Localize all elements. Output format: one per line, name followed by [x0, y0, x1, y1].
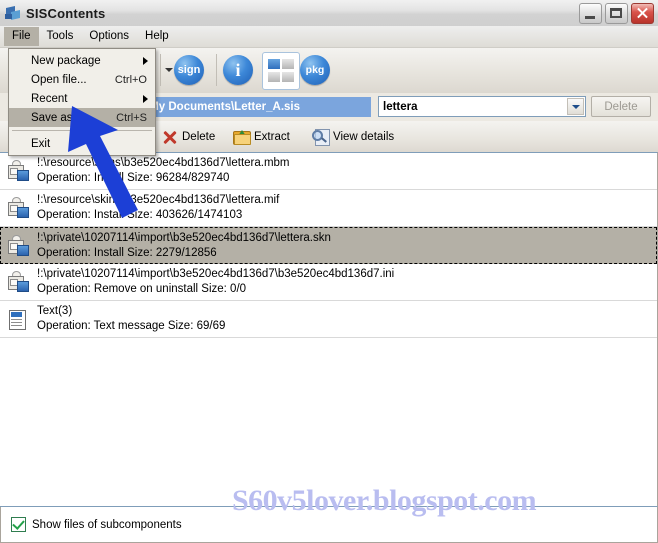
extract-action-label: Extract: [254, 130, 290, 143]
delete-icon: [162, 129, 178, 145]
menu-item-label: New package: [31, 54, 101, 67]
row-path: !:\resource\skins\b3e520ec4bd136d7\lette…: [37, 157, 290, 169]
language-combo[interactable]: lettera: [378, 96, 586, 117]
row-operation: Operation: Text message Size: 69/69: [37, 320, 226, 332]
text-message-icon: [7, 307, 29, 331]
window-title: SISContents: [26, 5, 106, 21]
components-button[interactable]: [262, 52, 300, 90]
delete-action-button[interactable]: Delete: [162, 126, 215, 147]
combo-dropdown-icon[interactable]: [567, 98, 584, 115]
menu-bar: File Tools Options Help: [0, 26, 658, 48]
menu-item-label: Exit: [31, 137, 51, 150]
minimize-icon: [585, 16, 595, 19]
extract-action-button[interactable]: Extract: [233, 126, 290, 147]
close-button[interactable]: [631, 3, 654, 24]
show-subcomponents-label[interactable]: Show files of subcomponents: [32, 519, 182, 531]
row-operation: Operation: Install Size: 403626/1474103: [37, 209, 243, 221]
app-icon: [5, 5, 21, 21]
maximize-button[interactable]: [605, 3, 628, 24]
menu-help[interactable]: Help: [137, 27, 177, 46]
row-operation: Operation: Remove on uninstall Size: 0/0: [37, 283, 247, 295]
install-file-icon: [7, 196, 29, 220]
menu-item-label: Open file...: [31, 73, 87, 86]
toolbar-separator-2: [216, 54, 217, 86]
table-row[interactable]: !:\private\10207114\import\b3e520ec4bd13…: [0, 264, 657, 301]
install-file-icon: [7, 270, 29, 294]
toolbar-separator: [160, 54, 161, 86]
menu-item-label: Recent: [31, 92, 68, 105]
delete-action-label: Delete: [182, 130, 216, 143]
file-menu-dropdown: New package Open file... Ctrl+O Recent S…: [8, 48, 156, 156]
extract-folder-icon: [233, 129, 251, 145]
info-button[interactable]: i: [223, 55, 253, 85]
row-path: !:\private\10207114\import\b3e520ec4bd13…: [37, 268, 395, 280]
delete-combo-button[interactable]: Delete: [591, 96, 651, 117]
menu-item-recent[interactable]: Recent: [9, 89, 155, 108]
menu-item-shortcut: Ctrl+S: [116, 111, 147, 124]
menu-item-shortcut: Ctrl+O: [114, 73, 147, 86]
menu-item-label: Save as...: [31, 111, 83, 124]
contents-list[interactable]: !:\resource\skins\b3e520ec4bd136d7\lette…: [0, 152, 658, 507]
view-details-action-button[interactable]: View details: [312, 126, 394, 147]
row-path: !:\private\10207114\import\b3e520ec4bd13…: [37, 231, 331, 244]
table-row[interactable]: !:\resource\skins\b3e520ec4bd136d7\lette…: [0, 153, 657, 190]
show-subcomponents-checkbox[interactable]: [11, 517, 26, 532]
menu-item-save-as[interactable]: Save as... Ctrl+S: [9, 108, 155, 127]
menu-tools[interactable]: Tools: [39, 27, 82, 46]
submenu-arrow-icon: [143, 94, 148, 103]
menu-file[interactable]: File: [4, 27, 39, 46]
submenu-arrow-icon: [143, 56, 148, 65]
menu-item-exit[interactable]: Exit: [9, 134, 155, 153]
row-path: Text(3): [37, 305, 73, 317]
row-path: !:\resource\skins\b3e520ec4bd136d7\lette…: [37, 194, 280, 206]
view-details-action-label: View details: [333, 130, 395, 143]
install-file-icon: [7, 159, 29, 183]
menu-item-open-file[interactable]: Open file... Ctrl+O: [9, 70, 155, 89]
footer-bar: Show files of subcomponents: [0, 507, 658, 543]
menu-options[interactable]: Options: [81, 27, 137, 46]
table-row[interactable]: Text(3) Operation: Text message Size: 69…: [0, 301, 657, 338]
title-bar: SISContents: [0, 0, 658, 27]
table-row-selected[interactable]: !:\private\10207114\import\b3e520ec4bd13…: [0, 227, 657, 264]
minimize-button[interactable]: [579, 3, 602, 24]
row-operation: Operation: Install Size: 96284/829740: [37, 172, 230, 184]
sign-button[interactable]: sign: [174, 55, 204, 85]
file-path-display[interactable]: \My Documents\Letter_A.sis: [143, 97, 371, 117]
magnifier-icon: [312, 128, 330, 146]
components-icon: [263, 53, 299, 89]
table-row[interactable]: !:\resource\skins\b3e520ec4bd136d7\lette…: [0, 190, 657, 227]
sis-contents-window: SISContents File Tools Options Help sign…: [0, 0, 658, 543]
row-operation: Operation: Install Size: 2279/12856: [37, 246, 217, 259]
install-file-icon: [7, 234, 29, 258]
menu-item-new-package[interactable]: New package: [9, 51, 155, 70]
pkg-button[interactable]: pkg: [300, 55, 330, 85]
menu-separator: [12, 130, 152, 131]
combo-value: lettera: [383, 100, 418, 113]
window-buttons: [579, 3, 654, 24]
maximize-icon: [610, 8, 622, 18]
chevron-down-icon[interactable]: [165, 68, 173, 72]
